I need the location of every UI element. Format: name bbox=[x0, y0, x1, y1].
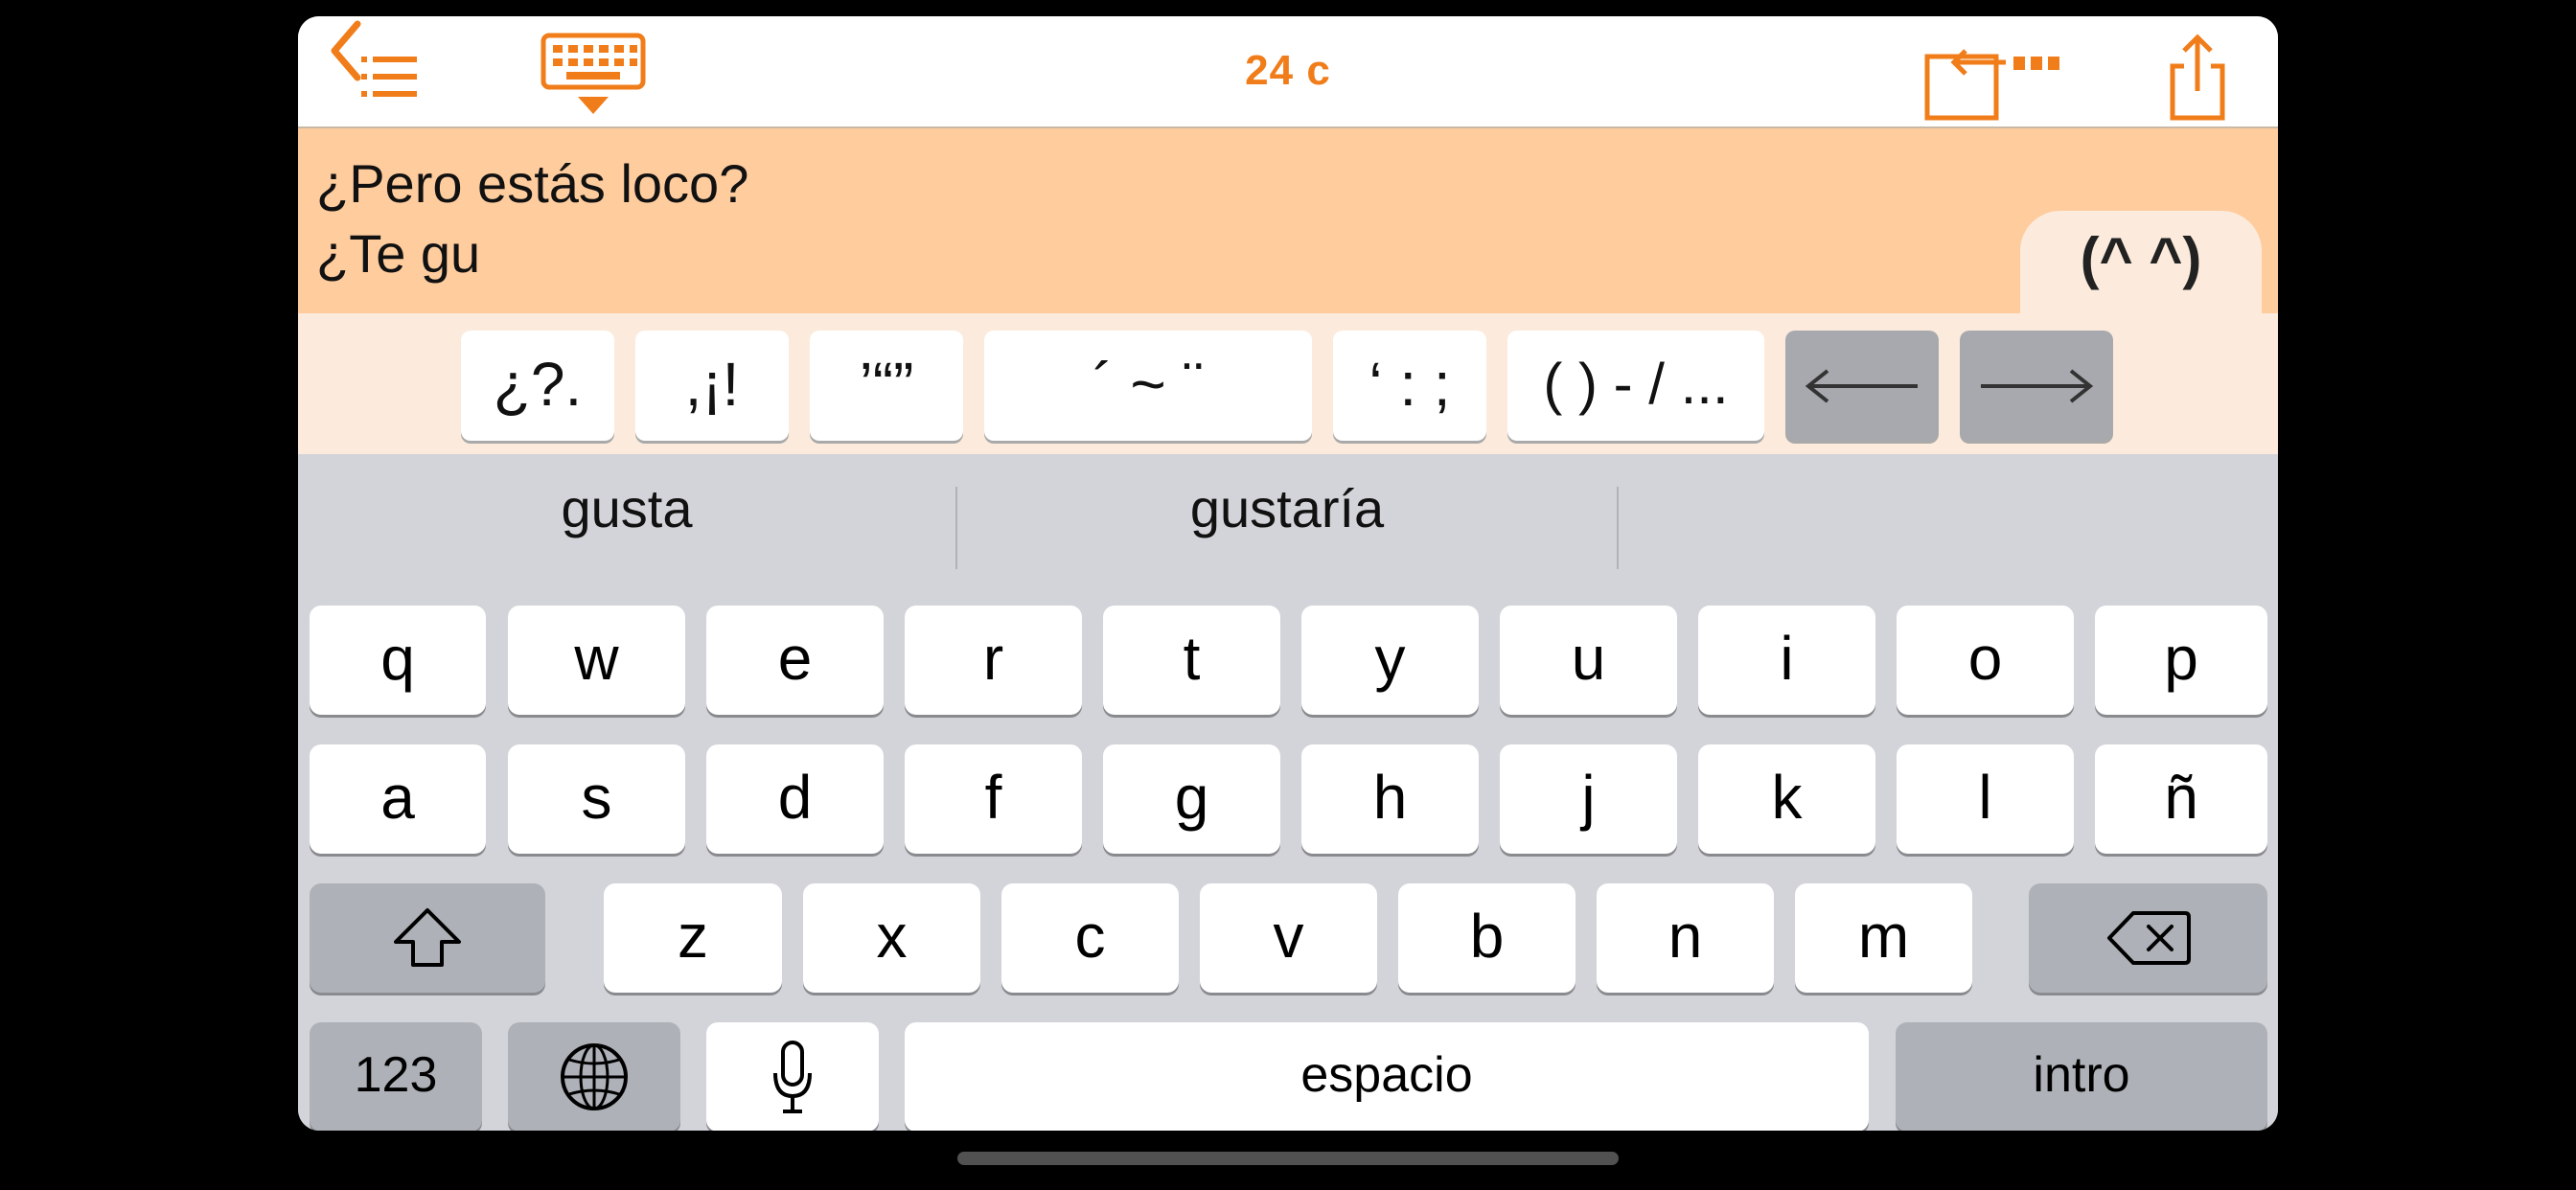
share-button[interactable] bbox=[2165, 28, 2230, 124]
key-w[interactable]: w bbox=[508, 606, 685, 715]
text-editor[interactable]: ¿Pero estás loco? ¿Te gu (^ ^) bbox=[298, 128, 2278, 313]
key-r[interactable]: r bbox=[905, 606, 1082, 715]
key-m[interactable]: m bbox=[1795, 883, 1972, 993]
suggestion-2[interactable]: gustaría bbox=[957, 466, 1617, 552]
key-i[interactable]: i bbox=[1698, 606, 1875, 715]
home-indicator[interactable] bbox=[957, 1152, 1619, 1165]
return-key[interactable]: intro bbox=[1896, 1022, 2267, 1131]
key-e[interactable]: e bbox=[706, 606, 884, 715]
accent-key-exclamation[interactable]: ,¡! bbox=[635, 331, 789, 441]
suggestion-3[interactable] bbox=[1619, 466, 2278, 552]
key-z[interactable]: z bbox=[604, 883, 782, 993]
move-cursor-icon bbox=[1924, 49, 2059, 121]
delete-key[interactable] bbox=[2029, 883, 2267, 993]
globe-key[interactable] bbox=[508, 1022, 680, 1131]
text-line: ¿Te gu bbox=[316, 223, 481, 284]
share-icon bbox=[2170, 34, 2225, 121]
key-h[interactable]: h bbox=[1301, 744, 1479, 854]
shift-key[interactable] bbox=[310, 883, 545, 993]
accent-key-quotes[interactable]: ’“” bbox=[810, 331, 963, 441]
key-b[interactable]: b bbox=[1398, 883, 1576, 993]
text-line: ¿Pero estás loco? bbox=[316, 153, 749, 214]
toolbar: 24 c bbox=[298, 16, 2278, 128]
key-p[interactable]: p bbox=[2095, 606, 2267, 715]
emoticon-tab[interactable]: (^ ^) bbox=[2020, 211, 2262, 313]
key-j[interactable]: j bbox=[1500, 744, 1677, 854]
dictation-key[interactable] bbox=[706, 1022, 879, 1131]
shift-icon bbox=[394, 908, 461, 967]
microphone-icon bbox=[773, 1041, 812, 1113]
arrow-right-icon bbox=[1981, 369, 2094, 403]
suggestion-1[interactable]: gusta bbox=[298, 466, 955, 552]
space-key[interactable]: espacio bbox=[905, 1022, 1869, 1131]
key-s[interactable]: s bbox=[508, 744, 685, 854]
arrow-left-icon bbox=[1805, 369, 1918, 403]
key-f[interactable]: f bbox=[905, 744, 1082, 854]
key-q[interactable]: q bbox=[310, 606, 486, 715]
accent-key-diacritics[interactable]: ´ ~ ¨ bbox=[984, 331, 1312, 441]
cursor-right-button[interactable] bbox=[1960, 331, 2113, 441]
key-g[interactable]: g bbox=[1103, 744, 1280, 854]
delete-icon bbox=[2106, 911, 2191, 965]
key-v[interactable]: v bbox=[1200, 883, 1377, 993]
key-u[interactable]: u bbox=[1500, 606, 1677, 715]
key-n-tilde[interactable]: ñ bbox=[2095, 744, 2267, 854]
accent-bar: ¿?. ,¡! ’“” ´ ~ ¨ ‘ : ; ( ) - / ... bbox=[298, 313, 2278, 454]
key-c[interactable]: c bbox=[1001, 883, 1179, 993]
key-y[interactable]: y bbox=[1301, 606, 1479, 715]
accent-key-parentheses[interactable]: ( ) - / ... bbox=[1507, 331, 1764, 441]
system-keyboard: gusta gustaría q w e r t y u i o p a s d… bbox=[298, 454, 2278, 1131]
app-screen: 24 c ¿Pero estás loco? ¿Te gu (^ ^) ¿?. … bbox=[298, 16, 2278, 1131]
key-o[interactable]: o bbox=[1897, 606, 2074, 715]
key-t[interactable]: t bbox=[1103, 606, 1280, 715]
accent-key-colon[interactable]: ‘ : ; bbox=[1333, 331, 1486, 441]
key-d[interactable]: d bbox=[706, 744, 884, 854]
globe-icon bbox=[561, 1043, 628, 1110]
move-cursor-button[interactable] bbox=[1914, 34, 2067, 126]
cursor-left-button[interactable] bbox=[1785, 331, 1939, 441]
key-x[interactable]: x bbox=[803, 883, 980, 993]
key-n[interactable]: n bbox=[1597, 883, 1774, 993]
numbers-key[interactable]: 123 bbox=[310, 1022, 482, 1131]
key-l[interactable]: l bbox=[1897, 744, 2074, 854]
key-a[interactable]: a bbox=[310, 744, 486, 854]
key-k[interactable]: k bbox=[1698, 744, 1875, 854]
accent-key-question[interactable]: ¿?. bbox=[461, 331, 614, 441]
